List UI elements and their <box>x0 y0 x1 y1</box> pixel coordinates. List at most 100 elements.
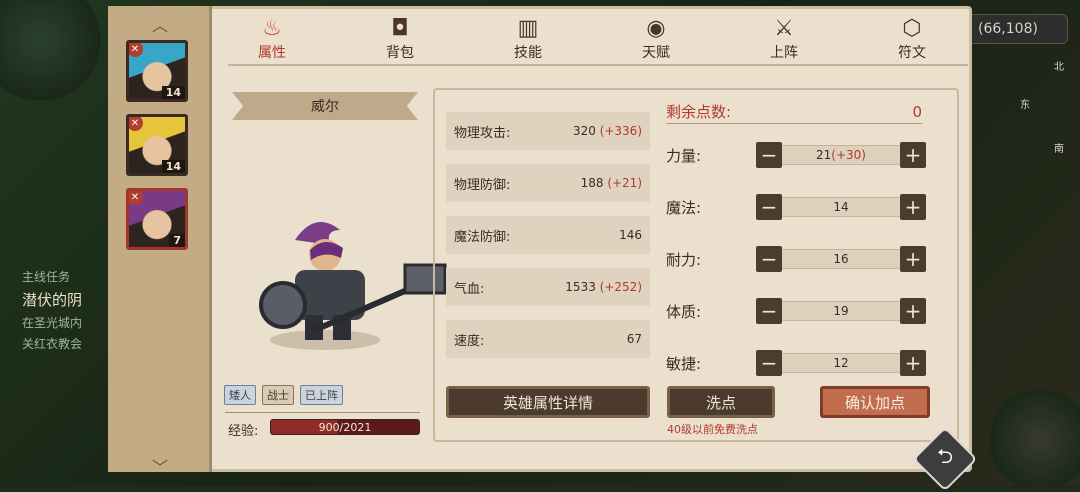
stat-row-speed: 速度: 67 <box>446 320 650 358</box>
attribute-row-stamina: 耐力: − 16 + <box>666 245 928 273</box>
lock-icon: ✕ <box>129 117 143 131</box>
hero-card-2[interactable]: ✕ 14 <box>126 114 188 176</box>
quest-description-line2: 关红衣教会 <box>22 337 83 351</box>
compass-south: 南 <box>1054 144 1064 155</box>
hero-card-3[interactable]: ✕ 7 <box>126 188 188 250</box>
quest-name: 潜伏的阴 <box>22 291 83 309</box>
attribute-label: 力量: <box>666 146 702 165</box>
stat-label: 物理防御: <box>454 177 511 193</box>
flame-icon: ♨ <box>262 16 282 41</box>
stat-row-magic-defense: 魔法防御: 146 <box>446 216 650 254</box>
race-tag: 矮人 <box>224 385 256 405</box>
tab-divider <box>228 64 968 66</box>
return-icon: ⮌ <box>936 444 954 468</box>
hero-level: 14 <box>161 86 185 99</box>
stat-base: 67 <box>626 332 642 346</box>
swords-icon: ⚔ <box>774 16 794 41</box>
tab-skills[interactable]: ▥ 技能 <box>488 16 568 64</box>
attribute-label: 耐力: <box>666 250 702 269</box>
stat-row-hp: 气血: 1533 (+252) <box>446 268 650 306</box>
attribute-value: 12 <box>782 353 900 373</box>
attribute-base: 12 <box>833 356 849 370</box>
minus-button[interactable]: − <box>756 142 782 168</box>
remaining-points-label: 剩余点数: <box>666 103 732 121</box>
reset-points-button[interactable]: 洗点 <box>667 386 775 418</box>
stat-value: 67 <box>627 332 642 346</box>
tab-bag[interactable]: ◘ 背包 <box>360 16 440 64</box>
hero-tags: 矮人 战士 已上阵 <box>224 385 343 405</box>
plus-button[interactable]: + <box>900 142 926 168</box>
attribute-value: 14 <box>782 197 900 217</box>
minus-button[interactable]: − <box>756 246 782 272</box>
attribute-base: 21 <box>816 148 832 162</box>
attribute-row-magic: 魔法: − 14 + <box>666 193 928 221</box>
stat-base: 188 <box>580 176 604 190</box>
hero-card-1[interactable]: ✕ 14 <box>126 40 188 102</box>
stat-row-physical-defense: 物理防御: 188 (+21) <box>446 164 650 202</box>
tab-label: 属性 <box>258 45 286 61</box>
reset-note: 40级以前免费洗点 <box>667 423 758 436</box>
stat-bonus: (+252) <box>599 280 642 294</box>
stat-value: 146 <box>619 228 642 242</box>
minus-button[interactable]: − <box>756 298 782 324</box>
eye-icon: ◉ <box>646 16 666 41</box>
scroll-down-icon[interactable]: ﹀ <box>152 454 168 478</box>
hero-details-button[interactable]: 英雄属性详情 <box>446 386 650 418</box>
attribute-value: 16 <box>782 249 900 269</box>
plus-button[interactable]: + <box>900 350 926 376</box>
attribute-base: 19 <box>833 304 849 318</box>
plus-button[interactable]: + <box>900 246 926 272</box>
quest-tracker-title: 主线任务 <box>22 270 71 284</box>
stat-value: 320 (+336) <box>573 124 642 138</box>
stat-row-physical-attack: 物理攻击: 320 (+336) <box>446 112 650 150</box>
deployed-tag: 已上阵 <box>300 385 343 405</box>
tab-label: 天赋 <box>642 45 670 61</box>
stat-bonus: (+336) <box>599 124 642 138</box>
plus-button[interactable]: + <box>900 194 926 220</box>
remaining-points-value: 0 <box>912 102 922 121</box>
exp-value: 900/2021 <box>318 420 372 434</box>
hero-name: 威尔 <box>311 99 339 115</box>
hero-level: 14 <box>161 160 185 173</box>
tab-attributes[interactable]: ♨ 属性 <box>232 16 312 64</box>
stat-bonus: (+21) <box>607 176 642 190</box>
tab-talent[interactable]: ◉ 天赋 <box>616 16 696 64</box>
combat-stats-list: 物理攻击: 320 (+336) 物理防御: 188 (+21) 魔法防御: 1… <box>446 112 650 372</box>
bag-icon: ◘ <box>391 16 409 41</box>
book-icon: ▥ <box>517 16 539 41</box>
minus-button[interactable]: − <box>756 350 782 376</box>
compass-north: 北 <box>1054 62 1064 73</box>
attribute-base: 14 <box>833 200 849 214</box>
class-tag: 战士 <box>262 385 294 405</box>
attribute-value: 21 (+30) <box>782 145 900 165</box>
stat-value: 188 (+21) <box>581 176 642 190</box>
plus-button[interactable]: + <box>900 298 926 324</box>
hero-name-banner: 威尔 <box>232 92 418 120</box>
attribute-row-strength: 力量: − 21 (+30) + <box>666 141 928 169</box>
stat-base: 146 <box>619 228 642 242</box>
hero-character-image <box>259 222 447 350</box>
quest-tracker[interactable]: 主线任务 潜伏的阴 在圣光城内 关红衣教会 <box>22 268 82 356</box>
compass-east: 东 <box>1020 100 1030 111</box>
hero-sidebar: ︿ ✕ 14 ✕ 14 ✕ 7 ﹀ <box>108 6 212 477</box>
tab-label: 上阵 <box>770 45 798 61</box>
exp-progress-bar: 900/2021 <box>270 419 420 435</box>
stat-label: 物理攻击: <box>454 125 511 141</box>
confirm-points-button[interactable]: 确认加点 <box>820 386 930 418</box>
tab-bar: ♨ 属性 ◘ 背包 ▥ 技能 ◉ 天赋 ⚔ 上阵 ⬡ 符文 <box>232 16 952 64</box>
attribute-base: 16 <box>833 252 849 266</box>
attribute-value: 19 <box>782 301 900 321</box>
hero-level: 7 <box>169 234 185 247</box>
remaining-points: 剩余点数: 0 <box>666 100 922 124</box>
attribute-label: 魔法: <box>666 198 702 217</box>
attribute-bonus: (+30) <box>831 148 866 162</box>
stat-label: 气血: <box>454 281 485 297</box>
exp-label: 经验: <box>228 424 259 439</box>
scroll-up-icon[interactable]: ︿ <box>152 12 168 36</box>
tab-runes[interactable]: ⬡ 符文 <box>872 16 952 64</box>
tab-deploy[interactable]: ⚔ 上阵 <box>744 16 824 64</box>
tab-label: 背包 <box>386 45 414 61</box>
minus-button[interactable]: − <box>756 194 782 220</box>
lock-icon: ✕ <box>129 43 143 57</box>
tab-label: 技能 <box>514 45 542 61</box>
